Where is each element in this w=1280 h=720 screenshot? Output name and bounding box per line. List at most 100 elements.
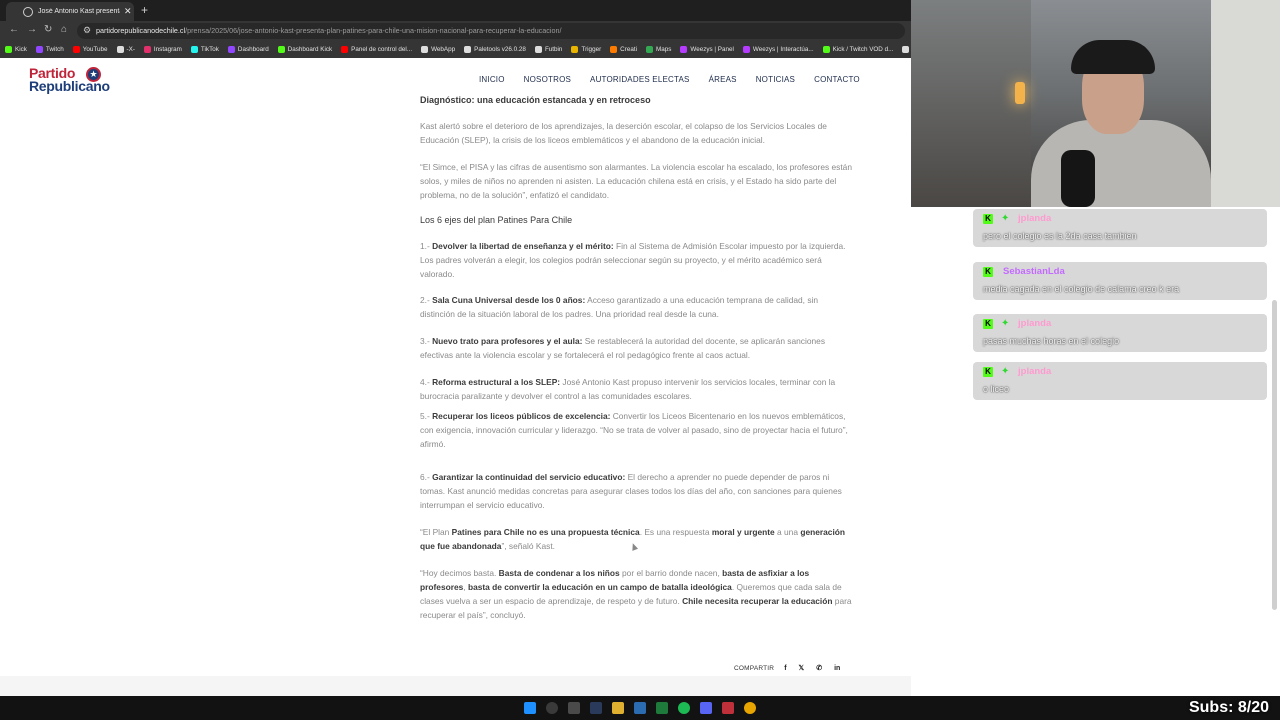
bookmark-label: Dashboard [237, 46, 269, 53]
chat-message: K ✦ jplanda pasas muchas horas en el colegi… [973, 314, 1267, 352]
chat-text: pasas muchas horas en el colegio [983, 336, 1120, 346]
bookmark-item[interactable]: Maps [645, 46, 671, 53]
forward-icon[interactable]: → [27, 24, 37, 35]
nav-item[interactable]: INICIO [479, 75, 505, 84]
app-icon[interactable] [634, 702, 646, 714]
bookmark-label: WebApp [431, 46, 456, 53]
bookmark-item[interactable]: Instagram [143, 46, 182, 53]
x-icon[interactable]: 𝕏 [799, 664, 805, 672]
bookmark-icon [35, 46, 43, 53]
bookmark-label: Creati [620, 46, 637, 53]
eje-item: 2.- Sala Cuna Universal desde los 0 años… [420, 295, 819, 319]
folder-icon[interactable] [612, 702, 624, 714]
close-tab-icon[interactable]: ✕ [124, 6, 132, 17]
discord-icon[interactable] [700, 702, 712, 714]
whatsapp-icon[interactable]: ✆ [816, 664, 822, 672]
bookmark-item[interactable]: Kick [5, 46, 27, 53]
excel-icon[interactable] [656, 702, 668, 714]
chat-text: o liceo [983, 384, 1010, 394]
eje-item: 6.- Garantizar la continuidad del servic… [420, 472, 842, 510]
chrome-icon[interactable] [744, 702, 756, 714]
nav-item[interactable]: NOTICIAS [756, 75, 795, 84]
page-scrollbar[interactable] [1272, 300, 1277, 610]
bookmark-item[interactable]: Twitch [35, 46, 64, 53]
settings-icon[interactable] [568, 702, 580, 714]
section-heading-ejes: Los 6 ejes del plan Patines Para Chile [420, 215, 573, 225]
webcam-person-cap [1071, 40, 1155, 74]
webcam-microphone [1061, 150, 1095, 207]
bookmark-label: TikTok [200, 46, 219, 53]
webcam-background-shelf [911, 0, 1031, 207]
bookmark-item[interactable]: Dashboard [227, 46, 269, 53]
kick-badge-icon: K [983, 267, 993, 277]
bookmark-item[interactable]: Weezys | Interactúa... [742, 46, 814, 53]
bookmark-icon [902, 46, 910, 53]
bookmark-item[interactable]: Weezys | Panel [680, 46, 734, 53]
bookmark-icon [822, 46, 830, 53]
sub-badge-icon: ✦ [1001, 213, 1010, 224]
bookmark-icon [645, 46, 653, 53]
chat-username: jplanda [1018, 366, 1052, 377]
bookmark-label: Weezys | Panel [690, 46, 734, 53]
facebook-icon[interactable]: f [784, 665, 786, 672]
bookmark-label: Panel de control del... [351, 46, 413, 53]
bookmark-item[interactable]: YouTube [72, 46, 108, 53]
linkedin-icon[interactable]: in [834, 665, 840, 672]
bookmark-item[interactable]: Paletools v26.0.28 [464, 46, 526, 53]
browser-tab-bar: ▾ José Antonio Kast presenta Pla ✕ + [0, 0, 911, 21]
bookmark-item[interactable]: Futbin [534, 46, 562, 53]
bookmark-item[interactable]: Panel de control del... [341, 46, 412, 53]
bookmark-icon [277, 46, 285, 53]
bookmark-item[interactable]: Ko Ñambi [902, 46, 911, 53]
search-icon[interactable] [546, 702, 558, 714]
eje-item: 4.- Reforma estructural a los SLEP: José… [420, 377, 836, 401]
logo-line2: Republicano [29, 78, 110, 94]
bookmark-item[interactable]: Trigger [571, 46, 601, 53]
browser-tab[interactable]: José Antonio Kast presenta Pla ✕ [6, 2, 134, 21]
quote-2: “Hoy decimos basta. Basta de condenar a … [420, 568, 852, 620]
bookmark-item[interactable]: WebApp [421, 46, 455, 53]
site-info-icon[interactable]: ⚙ [83, 25, 91, 36]
share-label: COMPARTIR [734, 664, 775, 672]
bookmark-item[interactable]: Dashboard Kick [277, 46, 332, 53]
bookmark-label: -X- [126, 46, 135, 53]
webcam-feed [911, 0, 1280, 207]
party-logo[interactable]: Partido Republicano ★ [29, 66, 110, 94]
nav-item[interactable]: CONTACTO [814, 75, 860, 84]
bookmark-icon [571, 46, 579, 53]
chat-username: SebastianLda [1003, 266, 1065, 277]
kick-badge-icon: K [983, 319, 993, 329]
nav-item[interactable]: ÁREAS [709, 75, 737, 84]
reload-icon[interactable]: ↻ [44, 24, 52, 35]
bookmark-item[interactable]: -X- [116, 46, 135, 53]
sub-badge-icon: ✦ [1001, 318, 1010, 329]
bookmark-label: Kick / Twitch VOD d... [832, 46, 894, 53]
nav-item[interactable]: NOSOTROS [524, 75, 571, 84]
eje-item: 1.- Devolver la libertad de enseñanza y … [420, 241, 846, 279]
new-tab-icon[interactable]: + [141, 3, 148, 17]
url-input[interactable]: ⚙ partidorepublicanodechile.cl/prensa/20… [77, 23, 905, 39]
bookmark-item[interactable]: TikTok [190, 46, 219, 53]
chat-username: jplanda [1018, 318, 1052, 329]
windows-start-icon[interactable] [524, 702, 536, 714]
bookmark-icon [421, 46, 429, 53]
spotify-icon[interactable] [678, 702, 690, 714]
bookmark-item[interactable]: Kick / Twitch VOD d... [822, 46, 894, 53]
bookmark-label: Instagram [153, 46, 182, 53]
bookmark-label: Kick [15, 46, 27, 53]
bookmark-icon [5, 46, 12, 53]
bookmark-icon [190, 46, 198, 53]
chat-text: pero el colegio es la 2da casa tambien [983, 231, 1137, 241]
bookmark-label: Weezys | Interactúa... [752, 46, 814, 53]
chat-message: K SebastianLda media cagada en el colegio … [973, 262, 1267, 300]
app-icon[interactable] [722, 702, 734, 714]
page-footer-strip [0, 676, 911, 696]
share-bar: COMPARTIR f 𝕏 ✆ in [734, 664, 852, 673]
home-icon[interactable]: ⌂ [61, 24, 67, 35]
nav-item[interactable]: AUTORIDADES ELECTAS [590, 75, 690, 84]
bookmark-icon [116, 46, 124, 53]
bookmark-item[interactable]: Creati [610, 46, 637, 53]
back-icon[interactable]: ← [9, 24, 19, 35]
app-icon[interactable] [590, 702, 602, 714]
chat-username: jplanda [1018, 213, 1052, 224]
